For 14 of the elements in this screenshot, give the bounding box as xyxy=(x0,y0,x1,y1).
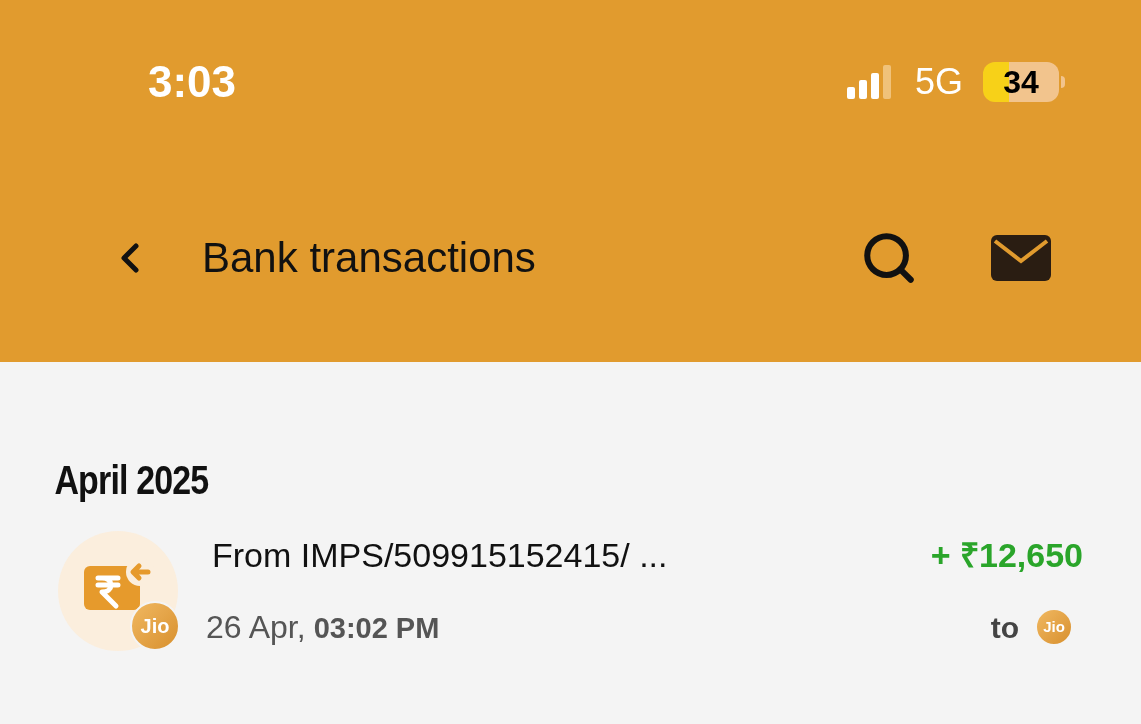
to-label: to xyxy=(990,609,1019,646)
page-title: Bank transactions xyxy=(202,233,537,284)
transaction-time: 03:02 PM xyxy=(313,611,440,646)
status-time: 3:03 xyxy=(148,55,237,108)
jio-badge: Jio xyxy=(130,600,180,651)
transaction-amount: + ₹12,650 xyxy=(930,535,1083,576)
section-heading: April 2025 xyxy=(53,457,210,504)
transaction-date: 26 Apr, xyxy=(206,608,306,647)
battery-indicator: 34 xyxy=(983,61,1065,102)
mail-icon xyxy=(991,234,1051,281)
signal-icon xyxy=(846,64,893,99)
jio-badge: Jio xyxy=(1035,608,1073,646)
transaction-description: From IMPS/509915152415/ ... xyxy=(212,535,668,576)
network-label: 5G xyxy=(914,59,963,104)
